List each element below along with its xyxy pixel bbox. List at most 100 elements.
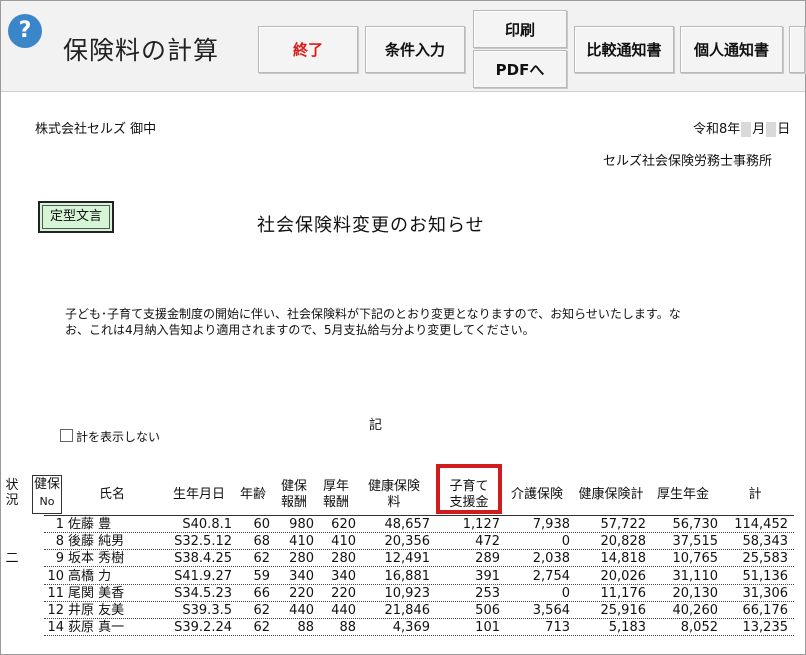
end-button[interactable]: 終了: [258, 26, 358, 73]
table-row[interactable]: 10 高橋 力 S41.9.27 59 340 340 16,881 391 2,754 20,0…: [0, 568, 806, 585]
cell-kp: 10,923: [384, 585, 431, 601]
cell-age: 62: [253, 603, 270, 618]
cell-age: 68: [253, 534, 270, 550]
cell-name: 坂本 秀樹: [68, 551, 125, 567]
cell-total: 25,583: [742, 551, 789, 567]
cell-kaigo: 7,938: [532, 517, 570, 532]
cell-ah: 220: [331, 585, 356, 601]
cell-kh: 410: [289, 534, 314, 550]
cell-kosei: 20,130: [672, 585, 719, 601]
more-button[interactable]: [789, 26, 805, 73]
help-icon[interactable]: ?: [8, 14, 42, 48]
cell-name: 後藤 純男: [68, 534, 125, 550]
hide-total-checkbox[interactable]: [60, 429, 73, 442]
header-kenpo-premium-1: 健康保険: [367, 479, 420, 494]
cell-total: 58,343: [742, 534, 789, 550]
table-row[interactable]: 11 尾関 美香 S34.5.23 66 220 220 10,923 253 0 11,176 2…: [0, 585, 806, 602]
header-kosei: 厚生年金: [656, 487, 709, 502]
cell-ah: 620: [331, 517, 356, 532]
cell-kaigo: 2,754: [532, 568, 570, 584]
cell-birth: S34.5.23: [174, 585, 232, 601]
print-button[interactable]: 印刷: [473, 10, 567, 48]
date: 令和8年月日: [693, 118, 790, 137]
cell-total: 51,136: [742, 568, 789, 584]
header-kaigo: 介護保険: [510, 487, 563, 502]
notice-body-line2: お、これは4月納入告知より適用されますので、5月支払給与分より変更してください。: [65, 323, 535, 337]
date-day-blank[interactable]: [766, 122, 777, 137]
cell-name: 佐藤 豊: [68, 517, 112, 532]
date-month-blank[interactable]: [741, 122, 752, 137]
cell-name: 荻原 真一: [68, 620, 125, 636]
cell-no: 8: [55, 534, 64, 550]
cell-total: 114,452: [734, 517, 788, 532]
cell-ktotal: 25,916: [600, 603, 647, 618]
cell-birth: S41.9.27: [174, 568, 232, 584]
cell-no: 1: [55, 517, 64, 532]
cell-kodomo: 1,127: [462, 517, 500, 532]
personal-notice-button[interactable]: 個人通知書: [680, 26, 783, 73]
cell-no: 11: [47, 585, 64, 601]
header-name: 氏名: [98, 487, 125, 502]
hide-total-label: 計を表示しない: [76, 430, 161, 444]
header-kodomo-1: 子育て: [449, 479, 489, 494]
template-text-button[interactable]: 定型文言: [38, 201, 114, 233]
cell-total: 13,235: [742, 620, 789, 636]
cell-kosei: 56,730: [672, 517, 719, 532]
cell-kodomo: 253: [475, 585, 500, 601]
cell-kosei: 40,260: [672, 603, 719, 618]
cell-total: 66,176: [742, 603, 789, 618]
cell-name: 高橋 力: [68, 568, 112, 584]
cell-kp: 12,491: [384, 551, 431, 567]
cell-kh: 280: [289, 551, 314, 567]
cell-kp: 20,356: [384, 534, 431, 550]
cell-age: 59: [253, 568, 270, 584]
cell-name: 尾関 美香: [68, 585, 125, 601]
cell-kh: 980: [289, 517, 314, 532]
cell-ah: 410: [331, 534, 356, 550]
template-text-label: 定型文言: [42, 205, 110, 229]
cell-kh: 88: [297, 620, 314, 636]
toolbar: ? 保険料の計算 終了 条件入力 印刷 PDFへ 比較通知書 個人通知書: [1, 1, 805, 92]
table-row[interactable]: 12 井原 友美 S39.3.5 62 440 440 21,846 506 3,564 25,9…: [0, 602, 806, 619]
table-row[interactable]: 1 佐藤 豊 S40.8.1 60 980 620 48,657 1,127 7,938 57,7…: [0, 516, 806, 533]
cell-age: 60: [253, 517, 270, 532]
cell-total: 31,306: [742, 585, 789, 601]
table-row[interactable]: 14 荻原 真一 S39.2.24 62 88 88 4,369 101 713 5,183 8,0…: [0, 619, 806, 637]
date-day: 日: [777, 122, 791, 137]
cell-no: 10: [47, 568, 64, 584]
cell-kodomo: 472: [475, 534, 500, 550]
notice-subject: 社会保険料変更のお知らせ: [257, 215, 485, 236]
cell-status: 二: [5, 551, 19, 567]
cell-kosei: 8,052: [680, 620, 718, 636]
cell-ah: 88: [339, 620, 356, 636]
header-kenpo-hoshu-2: 報酬: [280, 495, 307, 510]
cell-birth: S39.3.5: [182, 603, 232, 618]
ki-mark: 記: [369, 418, 383, 433]
cell-birth: S32.5.12: [174, 534, 232, 550]
header-status: 状況: [5, 478, 19, 508]
table-row[interactable]: 8 後藤 純男 S32.5.12 68 410 410 20,356 472 0 20,828 37…: [0, 533, 806, 551]
cell-birth: S39.2.24: [174, 620, 232, 636]
condition-input-button[interactable]: 条件入力: [365, 26, 465, 73]
cell-kh: 220: [289, 585, 314, 601]
table-row[interactable]: 二 9 坂本 秀樹 S38.4.25 62 280 280 12,491 289 2,038 14,…: [0, 550, 806, 568]
cell-age: 62: [253, 620, 270, 636]
cell-kh: 340: [289, 568, 314, 584]
cell-kaigo: 0: [561, 534, 570, 550]
compare-notice-button[interactable]: 比較通知書: [574, 26, 674, 73]
cell-kaigo: 2,038: [532, 551, 570, 567]
pdf-button[interactable]: PDFへ: [473, 50, 567, 88]
header-kodomo-2: 支援金: [449, 495, 489, 510]
header-kenpo-total: 健康保険計: [578, 487, 644, 502]
header-kosei-hoshu-2: 報酬: [322, 495, 349, 510]
row-divider: [44, 635, 794, 637]
header-kenpo-no-1: 健保: [33, 477, 60, 492]
cell-kp: 4,369: [392, 620, 430, 636]
cell-kosei: 31,110: [672, 568, 719, 584]
cell-age: 66: [253, 585, 270, 601]
date-era: 令和8年: [693, 122, 741, 137]
cell-ktotal: 14,818: [600, 551, 647, 567]
recipient: 株式会社セルズ 御中: [35, 122, 157, 137]
cell-kp: 21,846: [384, 603, 431, 618]
cell-no: 9: [55, 551, 64, 567]
